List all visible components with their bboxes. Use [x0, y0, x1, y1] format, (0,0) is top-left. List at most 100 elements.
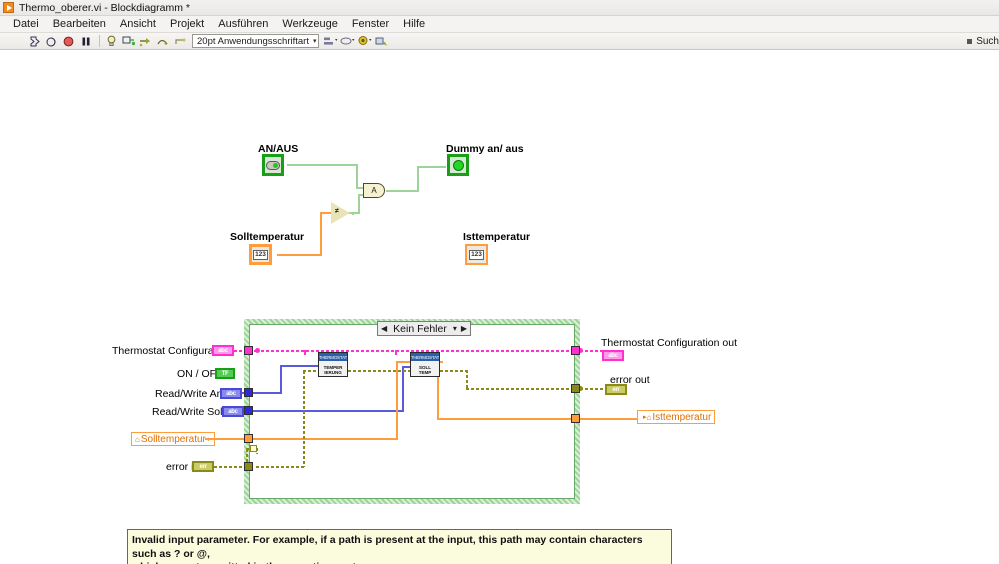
wire-cmp-out-v	[358, 195, 360, 213]
case-next-arrow-icon[interactable]: ▶	[459, 324, 469, 333]
terminal-isttemperatur-indicator[interactable]: 123	[465, 244, 488, 265]
comparison-node-symbol: ≠	[335, 208, 339, 215]
window-title: Thermo_oberer.vi - Blockdiagramm *	[19, 1, 190, 14]
menu-bearbeiten[interactable]: Bearbeiten	[46, 17, 113, 31]
local-var-isttemperatur[interactable]: ▸ ⌂ Isttemperatur	[637, 410, 716, 424]
numeric-glyph: 123	[253, 249, 268, 260]
tunnel-read-write-an[interactable]	[244, 388, 253, 397]
and-gate-symbol: A	[371, 186, 377, 195]
tunnel-error-bridge[interactable]	[250, 445, 257, 452]
tunnel-read-write-soll[interactable]	[244, 406, 253, 415]
subvi-temperierung[interactable]: THERMOSTAT TEMPER IERUNG	[318, 352, 348, 377]
pause-icon[interactable]	[78, 34, 93, 48]
terminal-error-out[interactable]: err	[605, 384, 627, 395]
menu-ausfuehren[interactable]: Ausführen	[211, 17, 275, 31]
resize-objects-icon[interactable]	[357, 34, 372, 48]
step-over-icon[interactable]	[155, 34, 170, 48]
tunnel-config-out[interactable]	[571, 346, 580, 355]
label-read-write-soll: Read/Write Soll	[152, 406, 225, 418]
search-icon	[967, 39, 973, 44]
terminal-solltemperatur-control[interactable]: 123	[249, 244, 272, 265]
solltemperatur-label: Solltemperatur	[230, 231, 305, 243]
subvi-body: TEMPER IERUNG	[319, 361, 347, 376]
menu-ansicht[interactable]: Ansicht	[113, 17, 163, 31]
terminal-thermostat-configuration-out[interactable]: abc	[602, 350, 624, 361]
wire-error-bus-h2	[466, 388, 582, 390]
case-selector-value: Kein Fehler	[393, 322, 447, 335]
home-icon: ⌂	[646, 412, 652, 422]
label-read-write-an: Read/Write An	[155, 388, 223, 400]
wire-error-subvi2-out	[440, 370, 468, 372]
tunnel-error-out[interactable]	[571, 384, 580, 393]
subvi-soll-temp[interactable]: THERMOSTAT SOLL TEMP	[410, 352, 440, 377]
step-into-icon[interactable]	[138, 34, 153, 48]
retain-wire-values-icon[interactable]	[121, 34, 136, 48]
menu-werkzeuge[interactable]: Werkzeuge	[275, 17, 344, 31]
wire-error-bus-v1	[303, 371, 305, 467]
case-prev-arrow-icon[interactable]: ◀	[379, 324, 389, 333]
tunnel-solltemperatur-in[interactable]	[244, 434, 253, 443]
wire-isttemp-out	[580, 418, 638, 420]
chevron-down-icon[interactable]: ▾	[451, 324, 459, 333]
search-area[interactable]: Such	[967, 33, 999, 50]
terminal-on-off-in[interactable]: TF	[215, 368, 235, 379]
terminal-thermostat-configuration-in[interactable]: abc	[212, 345, 234, 356]
wire-config-branch-1	[304, 350, 306, 355]
case-selector[interactable]: ◀ Kein Fehler ▾ ▶	[377, 321, 472, 336]
menu-projekt[interactable]: Projekt	[163, 17, 211, 31]
wire-error-into-subvi1	[303, 370, 317, 372]
wire-soll-out-h	[277, 254, 322, 256]
wire-error-bus-h1	[256, 466, 304, 468]
subvi-header: THERMOSTAT	[411, 353, 439, 361]
tunnel-config-in[interactable]	[244, 346, 253, 355]
subvi-body-line2: TEMP	[418, 369, 432, 375]
run-continuously-icon[interactable]	[44, 34, 59, 48]
reorder-icon[interactable]	[374, 34, 389, 48]
wire-junction-config-left	[255, 348, 260, 353]
chevron-down-icon: ▾	[312, 38, 317, 45]
terminal-an-aus-control[interactable]	[262, 154, 284, 176]
comparison-node[interactable]	[331, 202, 350, 224]
wire-rw-an-h2	[280, 365, 322, 367]
comment-box[interactable]: Invalid input parameter. For example, if…	[127, 529, 672, 564]
local-var-label: Isttemperatur	[652, 411, 712, 423]
terminal-read-write-an-in[interactable]: abc	[220, 388, 242, 399]
home-icon: ⌂	[135, 434, 140, 444]
abort-execution-icon[interactable]	[61, 34, 76, 48]
wire-error-subvi1-to-subvi2	[348, 370, 410, 372]
wire-config-out-stub	[580, 350, 604, 352]
terminal-type-label: TF	[221, 370, 229, 377]
numeric-glyph: 123	[469, 249, 484, 260]
local-var-solltemperatur[interactable]: ⌂ Solltemperatur ▸	[131, 432, 216, 446]
tunnel-error-in[interactable]	[244, 462, 253, 471]
distribute-objects-icon[interactable]	[340, 34, 355, 48]
toolbar-separator	[99, 35, 100, 47]
terminal-dummy-an-aus-indicator[interactable]	[447, 154, 469, 176]
terminal-read-write-soll-in[interactable]: abc	[222, 406, 244, 417]
label-thermostat-configuration-out: Thermostat Configuration out	[601, 337, 737, 349]
font-selector[interactable]: 20pt Anwendungsschriftart ▾	[192, 34, 320, 48]
comment-line-1: Invalid input parameter. For example, if…	[132, 534, 643, 560]
menu-fenster[interactable]: Fenster	[345, 17, 396, 31]
terminal-type-label: abc	[226, 390, 236, 397]
wire-rw-an-h1	[256, 392, 282, 394]
toggle-switch-icon	[266, 160, 280, 170]
tunnel-isttemperatur-out[interactable]	[571, 414, 580, 423]
isttemperatur-label: Isttemperatur	[463, 231, 531, 243]
wire-config-branch-2	[395, 350, 397, 355]
terminal-error-in[interactable]: err	[192, 461, 214, 472]
highlight-execution-bulb-icon[interactable]	[104, 34, 119, 48]
menu-datei[interactable]: Datei	[6, 17, 46, 31]
align-objects-icon[interactable]	[323, 34, 338, 48]
wire-rw-an-v	[280, 365, 282, 394]
search-label: Such	[976, 36, 999, 47]
wire-isttemp-h	[437, 418, 583, 420]
block-diagram-canvas[interactable]: AN/AUS Dummy an/ aus Solltemperatur Istt…	[0, 50, 999, 564]
wire-rw-soll-h	[256, 410, 404, 412]
terminal-type-label: abc	[218, 347, 228, 354]
run-arrow-icon[interactable]	[27, 34, 42, 48]
and-gate-node[interactable]: A	[363, 183, 385, 198]
menu-hilfe[interactable]: Hilfe	[396, 17, 432, 31]
step-out-icon[interactable]	[172, 34, 187, 48]
led-icon	[452, 159, 464, 171]
